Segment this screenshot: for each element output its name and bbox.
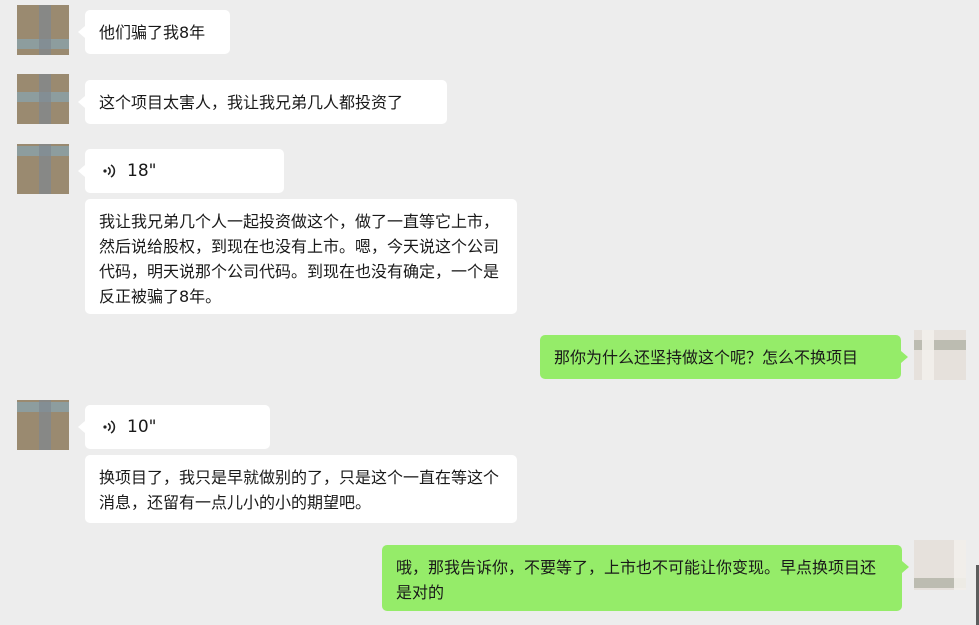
bubble-tail bbox=[78, 96, 85, 108]
contact-avatar[interactable] bbox=[17, 400, 69, 450]
bubble-tail bbox=[902, 561, 909, 573]
contact-avatar[interactable] bbox=[17, 74, 69, 124]
voice-message[interactable]: 18" bbox=[85, 149, 284, 193]
voice-duration: 10" bbox=[127, 417, 157, 437]
voice-wave-icon bbox=[103, 420, 116, 434]
bubble-tail bbox=[78, 165, 85, 177]
message-text: 我让我兄弟几个人一起投资做这个，做了一直等它上市，然后说给股权，到现在也没有上市… bbox=[99, 212, 500, 306]
bubble-tail bbox=[78, 26, 85, 38]
message-text: 换项目了，我只是早就做别的了，只是这个一直在等这个消息，还留有一点儿小的小的期望… bbox=[99, 468, 500, 512]
incoming-message[interactable]: 这个项目太害人，我让我兄弟几人都投资了 bbox=[85, 80, 447, 124]
incoming-message[interactable]: 他们骗了我8年 bbox=[85, 10, 230, 54]
message-text: 这个项目太害人，我让我兄弟几人都投资了 bbox=[99, 93, 404, 112]
avatar-pattern bbox=[954, 540, 966, 590]
avatar-pattern bbox=[39, 400, 51, 450]
self-avatar[interactable] bbox=[914, 330, 966, 380]
contact-avatar[interactable] bbox=[17, 144, 69, 194]
contact-avatar[interactable] bbox=[17, 5, 69, 55]
message-text: 哦，那我告诉你，不要等了，上市也不可能让你变现。早点换项目还是对的 bbox=[396, 558, 877, 602]
self-avatar[interactable] bbox=[914, 540, 966, 590]
voice-duration: 18" bbox=[127, 161, 157, 181]
incoming-message[interactable]: 我让我兄弟几个人一起投资做这个，做了一直等它上市，然后说给股权，到现在也没有上市… bbox=[85, 199, 517, 314]
avatar-pattern bbox=[922, 330, 934, 380]
bubble-tail bbox=[78, 421, 85, 433]
bubble-tail bbox=[901, 351, 908, 363]
message-text: 那你为什么还坚持做这个呢？怎么不换项目 bbox=[554, 348, 859, 367]
message-text: 他们骗了我8年 bbox=[99, 23, 206, 42]
avatar-pattern bbox=[39, 144, 51, 194]
avatar-pattern bbox=[39, 5, 51, 55]
incoming-message[interactable]: 换项目了，我只是早就做别的了，只是这个一直在等这个消息，还留有一点儿小的小的期望… bbox=[85, 455, 517, 523]
voice-message[interactable]: 10" bbox=[85, 405, 270, 449]
voice-wave-icon bbox=[103, 164, 116, 178]
avatar-pattern bbox=[39, 74, 51, 124]
outgoing-message[interactable]: 那你为什么还坚持做这个呢？怎么不换项目 bbox=[540, 335, 901, 379]
outgoing-message[interactable]: 哦，那我告诉你，不要等了，上市也不可能让你变现。早点换项目还是对的 bbox=[382, 545, 902, 611]
